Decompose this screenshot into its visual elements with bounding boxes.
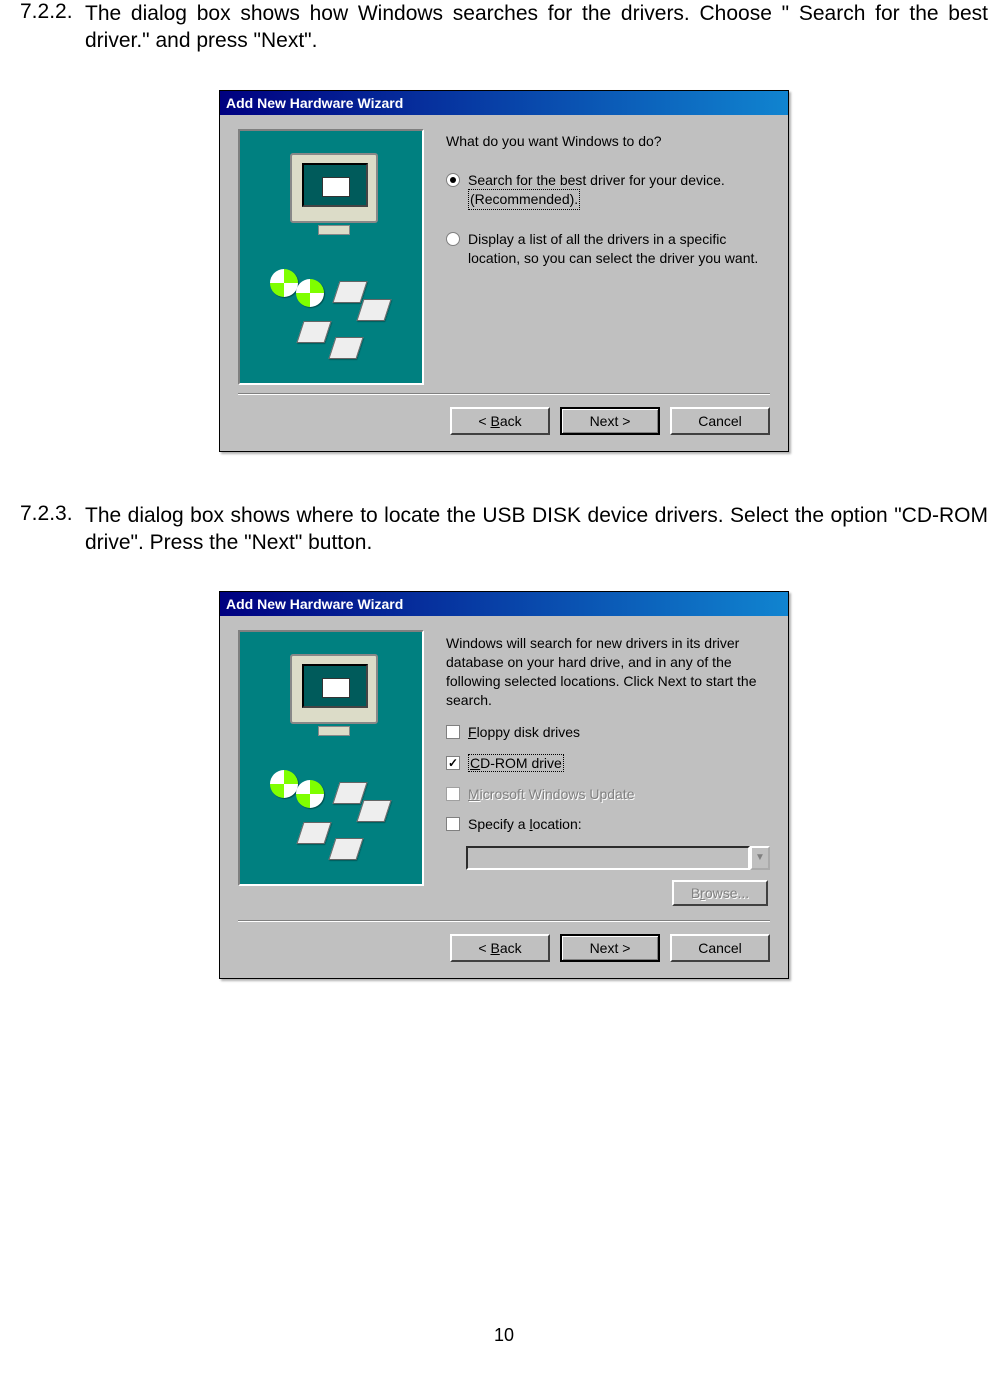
dialog1-titlebar: Add New Hardware Wizard xyxy=(220,91,788,115)
radio-selected-icon xyxy=(446,173,460,187)
section-text: The dialog box shows how Windows searche… xyxy=(85,0,1008,55)
dialog2-body: Windows will search for new drivers in i… xyxy=(220,616,788,912)
section-text: The dialog box shows where to locate the… xyxy=(85,502,1008,557)
option-search-best-label: Search for the best driver for your devi… xyxy=(468,171,725,211)
dialog1-buttons: < Back Next > Cancel xyxy=(220,395,788,451)
location-input xyxy=(466,846,750,870)
dialog1-content: What do you want Windows to do? Search f… xyxy=(424,129,770,385)
cancel-button[interactable]: Cancel xyxy=(670,407,770,435)
checkbox-cdrom-label: CD-ROM drive xyxy=(468,754,564,772)
checkbox-specify-label: Specify a location: xyxy=(468,816,582,832)
checkbox-floppy[interactable]: Floppy disk drives xyxy=(446,724,770,740)
dialog1-body: What do you want Windows to do? Search f… xyxy=(220,115,788,385)
next-button[interactable]: Next > xyxy=(560,934,660,962)
section-number: 7.2.2. xyxy=(0,0,85,55)
dialog2: Add New Hardware Wizard Windows will sea… xyxy=(219,591,789,979)
dropdown-icon: ▼ xyxy=(750,846,770,870)
section-number: 7.2.3. xyxy=(0,502,85,557)
dialog2-buttons: < Back Next > Cancel xyxy=(220,922,788,978)
dialog1: Add New Hardware Wizard What do you want… xyxy=(219,90,789,452)
section-723: 7.2.3. The dialog box shows where to loc… xyxy=(0,502,1008,557)
back-button[interactable]: < Back xyxy=(450,934,550,962)
option-display-list-label: Display a list of all the drivers in a s… xyxy=(468,230,758,268)
checkbox-floppy-label: Floppy disk drives xyxy=(468,724,580,740)
checkbox-icon xyxy=(446,725,460,739)
dialog2-intro: Windows will search for new drivers in i… xyxy=(446,634,770,710)
page-number: 10 xyxy=(0,1325,1008,1346)
dialog1-prompt: What do you want Windows to do? xyxy=(446,133,770,149)
checkbox-specify[interactable]: Specify a location: xyxy=(446,816,770,832)
option-search-best[interactable]: Search for the best driver for your devi… xyxy=(446,171,770,211)
dialog2-titlebar: Add New Hardware Wizard xyxy=(220,592,788,616)
dialog2-container: Add New Hardware Wizard Windows will sea… xyxy=(0,591,1008,979)
dialog2-content: Windows will search for new drivers in i… xyxy=(424,630,770,912)
checkbox-icon xyxy=(446,787,460,801)
wizard-graphic xyxy=(238,630,424,886)
section-722: 7.2.2. The dialog box shows how Windows … xyxy=(0,0,1008,55)
option-display-list[interactable]: Display a list of all the drivers in a s… xyxy=(446,230,770,268)
checkbox-msupdate: Microsoft Windows Update xyxy=(446,786,770,802)
dialog1-container: Add New Hardware Wizard What do you want… xyxy=(0,90,1008,452)
checkbox-msupdate-label: Microsoft Windows Update xyxy=(468,786,635,802)
cancel-button[interactable]: Cancel xyxy=(670,934,770,962)
checkbox-icon xyxy=(446,817,460,831)
location-combo: ▼ xyxy=(466,846,770,870)
wizard-graphic xyxy=(238,129,424,385)
checkbox-checked-icon xyxy=(446,756,460,770)
radio-unselected-icon xyxy=(446,232,460,246)
next-button[interactable]: Next > xyxy=(560,407,660,435)
back-button[interactable]: < Back xyxy=(450,407,550,435)
browse-button: Browse... xyxy=(672,880,768,906)
checkbox-cdrom[interactable]: CD-ROM drive xyxy=(446,754,770,772)
